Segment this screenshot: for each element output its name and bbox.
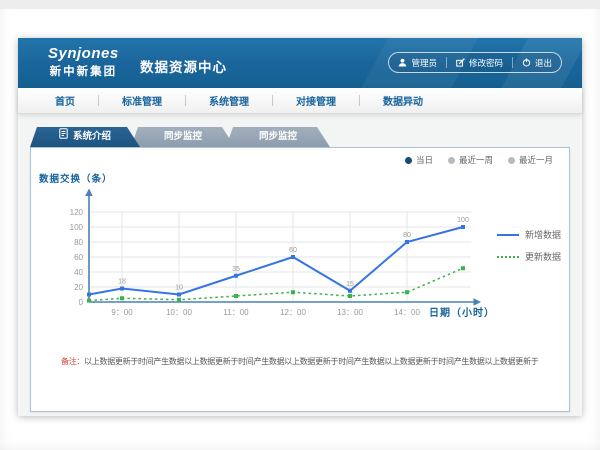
radio-dot [448, 157, 455, 164]
page-card: Synjones 新中新集团 数据资源中心 管理员 修改密码 [18, 38, 582, 416]
legend-line-sample [497, 256, 519, 258]
nav-item-system-management[interactable]: 系统管理 [186, 93, 272, 108]
svg-text:12：00: 12：00 [280, 308, 306, 317]
nav-item-interface-management[interactable]: 对接管理 [273, 93, 359, 108]
admin-button[interactable]: 管理员 [389, 53, 446, 72]
svg-text:0: 0 [79, 298, 84, 307]
logout-label: 退出 [535, 57, 552, 69]
content-area: 系统介绍 同步监控 同步监控 当日 最近一周 [18, 114, 582, 416]
brand-logo-cn: 新中新集团 [48, 63, 119, 79]
filter-last-month[interactable]: 最近一月 [508, 154, 553, 166]
svg-text:80: 80 [74, 238, 83, 247]
chart-panel: 当日 最近一周 最近一月 数据交换（条） 0 20 40 60 80 100 120 9：00… [30, 147, 570, 412]
svg-text:日期（小时）: 日期（小时） [429, 306, 495, 319]
app-header: Synjones 新中新集团 数据资源中心 管理员 修改密码 [18, 38, 582, 88]
power-icon [522, 58, 531, 67]
legend-item-new-data: 新增数据 [497, 228, 561, 241]
change-password-button[interactable]: 修改密码 [447, 53, 512, 72]
svg-text:14：00: 14：00 [394, 308, 420, 317]
time-range-filter: 当日 最近一周 最近一月 [405, 154, 553, 166]
y-axis-title: 数据交换（条） [39, 171, 113, 185]
tab-label: 系统介绍 [73, 127, 111, 147]
header-actions: 管理员 修改密码 退出 [388, 52, 562, 73]
change-password-label: 修改密码 [469, 57, 503, 69]
legend-label: 新增数据 [525, 228, 561, 241]
footnote-prefix: 备注： [61, 357, 84, 366]
svg-text:60: 60 [289, 247, 297, 254]
svg-text:10：00: 10：00 [166, 308, 192, 317]
svg-text:10: 10 [175, 285, 183, 292]
svg-text:13：00: 13：00 [337, 308, 363, 317]
svg-text:18: 18 [118, 279, 126, 286]
filter-today[interactable]: 当日 [405, 154, 433, 166]
screen: Synjones 新中新集团 数据资源中心 管理员 修改密码 [0, 0, 600, 450]
svg-text:35: 35 [232, 266, 240, 273]
svg-text:11：00: 11：00 [223, 308, 249, 317]
window-edge [0, 0, 600, 9]
tab-system-introduction[interactable]: 系统介绍 [30, 127, 140, 147]
document-icon [59, 127, 68, 147]
user-icon [398, 58, 407, 67]
tab-sync-monitor-2[interactable]: 同步监控 [226, 127, 330, 147]
radio-dot [508, 157, 515, 164]
logout-button[interactable]: 退出 [513, 53, 561, 72]
radio-dot [405, 157, 412, 164]
svg-text:15: 15 [346, 281, 354, 288]
admin-label: 管理员 [411, 57, 437, 69]
brand-logo-en: Synjones [48, 45, 119, 62]
svg-text:40: 40 [74, 268, 83, 277]
svg-text:9：00: 9：00 [111, 308, 133, 317]
legend-line-sample [497, 234, 519, 236]
tab-sync-monitor-1[interactable]: 同步监控 [131, 127, 235, 147]
main-nav: 首页 标准管理 系统管理 对接管理 数据异动 [18, 88, 582, 114]
nav-item-standard-management[interactable]: 标准管理 [99, 93, 185, 108]
footnote: 备注：以上数据更新于时间产生数据以上数据更新于时间产生数据以上数据更新于时间产生… [61, 356, 538, 367]
svg-text:20: 20 [74, 283, 83, 292]
svg-text:100: 100 [457, 217, 469, 224]
brand-logo: Synjones 新中新集团 [48, 45, 119, 79]
legend-item-update-data: 更新数据 [497, 250, 561, 263]
svg-text:120: 120 [70, 208, 84, 217]
legend-label: 更新数据 [525, 250, 561, 263]
filter-label: 最近一周 [459, 154, 493, 166]
svg-text:80: 80 [403, 232, 411, 239]
filter-last-week[interactable]: 最近一周 [448, 154, 493, 166]
app-title: 数据资源中心 [140, 56, 227, 76]
nav-item-home[interactable]: 首页 [32, 93, 98, 108]
edit-icon [456, 58, 465, 67]
chart-legend: 新增数据 更新数据 [497, 228, 561, 263]
svg-text:60: 60 [74, 253, 83, 262]
filter-label: 当日 [416, 154, 433, 166]
nav-item-data-change[interactable]: 数据异动 [360, 93, 446, 108]
tab-bar: 系统介绍 同步监控 同步监控 [30, 127, 330, 147]
footnote-text: 以上数据更新于时间产生数据以上数据更新于时间产生数据以上数据更新于时间产生数据以… [84, 357, 538, 366]
svg-text:100: 100 [70, 223, 84, 232]
filter-label: 最近一月 [519, 154, 553, 166]
